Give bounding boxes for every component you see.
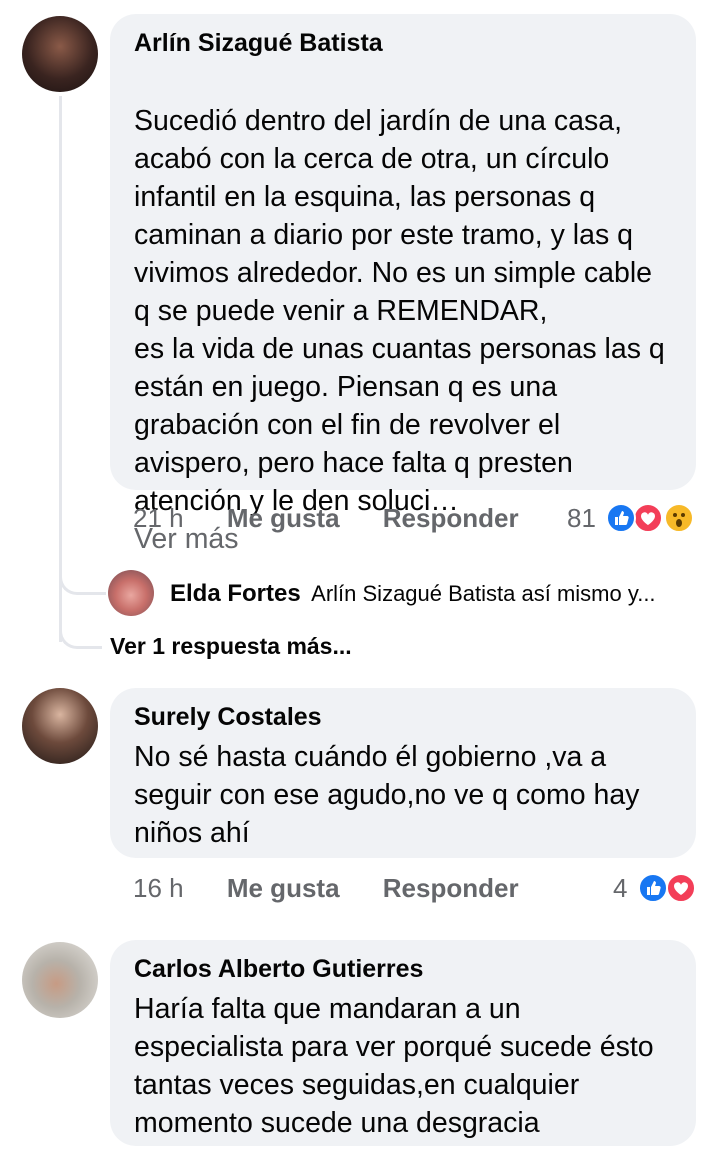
comment-body: Haría falta que mandaran a un especialis…: [134, 993, 654, 1139]
comment-author[interactable]: Surely Costales: [134, 702, 672, 732]
reply-text: Arlín Sizagué Batista así mismo y...: [311, 581, 656, 606]
reply-preview[interactable]: Elda Fortes Arlín Sizagué Batista así mi…: [170, 580, 656, 608]
comment-body: No sé hasta cuándo él gobierno ,va a seg…: [134, 741, 640, 849]
reply-button[interactable]: Responder: [383, 503, 519, 533]
comment-time[interactable]: 21 h: [133, 503, 184, 533]
reply-thread-branch: [59, 570, 106, 595]
reaction-count[interactable]: 81: [567, 503, 596, 534]
comment-actions: 16 h Me gusta Responder: [133, 873, 519, 904]
avatar-arlin[interactable]: [22, 16, 98, 92]
comment-bubble[interactable]: Surely Costales No sé hasta cuándo él go…: [110, 688, 696, 858]
love-icon: [633, 503, 663, 533]
reply-thread-branch-more: [59, 624, 102, 649]
like-icon: [638, 873, 668, 903]
comment-bubble[interactable]: Arlín Sizagué Batista Sucedió dentro del…: [110, 14, 696, 555]
comment-author[interactable]: Arlín Sizagué Batista: [134, 28, 672, 58]
reply-author[interactable]: Elda Fortes: [170, 580, 301, 607]
comment-time[interactable]: 16 h: [133, 873, 184, 903]
avatar-surely[interactable]: [22, 688, 98, 764]
reply-button[interactable]: Responder: [383, 873, 519, 903]
avatar-carlos[interactable]: [22, 942, 98, 1018]
avatar-elda[interactable]: [108, 570, 154, 616]
more-replies-link[interactable]: Ver 1 respuesta más...: [110, 633, 352, 660]
like-icon: [606, 503, 636, 533]
love-icon: [666, 873, 696, 903]
comment-text: Sucedió dentro del jardín de una casa, a…: [134, 64, 672, 558]
reaction-count[interactable]: 4: [613, 873, 627, 904]
comment-author[interactable]: Carlos Alberto Gutierres: [134, 954, 672, 984]
comment-actions: 21 h Me gusta Responder: [133, 503, 519, 534]
like-button[interactable]: Me gusta: [227, 503, 340, 533]
wow-icon: [664, 503, 694, 533]
comment-bubble[interactable]: Carlos Alberto Gutierres Haría falta que…: [110, 940, 696, 1146]
like-button[interactable]: Me gusta: [227, 873, 340, 903]
reply-thread-line: [59, 96, 62, 642]
comment-body: Sucedió dentro del jardín de una casa, a…: [134, 105, 665, 517]
